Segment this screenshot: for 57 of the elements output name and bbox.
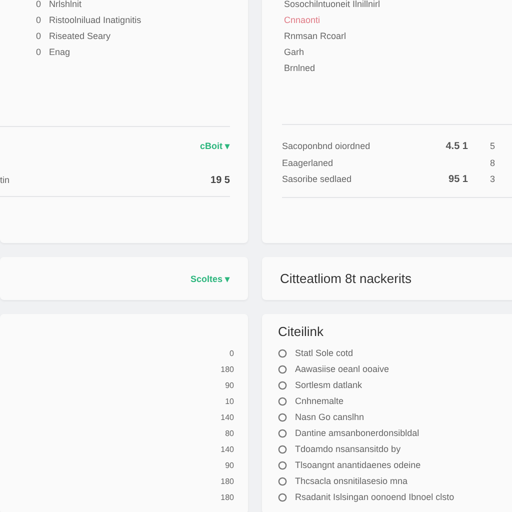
row-value: 95 1	[448, 174, 468, 185]
value-text: 180	[220, 476, 234, 488]
circle-icon	[278, 380, 287, 390]
value-text: 0	[230, 348, 234, 360]
dropdown-link[interactable]: Scoltes ▾	[190, 274, 230, 284]
row-label: Sacoponbnd oiordned	[282, 141, 372, 152]
list-item: Rsadanit Islsingan oonoend Ibnoel clsto	[295, 492, 454, 502]
circle-icon	[278, 396, 287, 406]
list-item: Rnmsan Rcoarl	[284, 31, 346, 41]
value-text: 10	[225, 396, 234, 408]
row-label: Sasoribe sedlaed	[282, 174, 353, 185]
list-item: Nrlshlnit	[49, 0, 82, 9]
list-marker: 0	[36, 0, 42, 9]
list-marker: 0	[36, 15, 42, 25]
list-item: Cnhnemalte	[295, 396, 344, 406]
list-item: Garh	[284, 47, 304, 57]
row-label: tin	[0, 175, 10, 186]
circle-icon	[278, 492, 287, 502]
panel-title: Citeilink	[278, 324, 325, 339]
circle-icon	[278, 428, 287, 438]
row-value: 19 5	[210, 175, 230, 186]
value-text: 140	[220, 444, 234, 456]
value-text: 180	[220, 492, 234, 504]
list-item: Cnnaonti	[284, 15, 320, 25]
list-item: Riseated Seary	[49, 31, 111, 41]
list-item: Ristoolniluad Inatignitis	[49, 15, 142, 25]
circle-icon	[278, 444, 287, 454]
row-extra: 8	[489, 158, 496, 168]
list-marker: 0	[36, 31, 42, 41]
list-marker: 0	[36, 47, 42, 57]
circle-icon	[278, 364, 287, 374]
dropdown-link[interactable]: cBoit ▾	[200, 141, 230, 151]
circle-icon	[278, 460, 287, 470]
value-text: 180	[220, 364, 234, 376]
row-label: Eaagerlaned	[282, 158, 334, 168]
list-item: Dantine amsanbonerdonsibldal	[295, 428, 420, 438]
list-item: Nasn Go canslhn	[295, 412, 364, 422]
list-item: Enag	[49, 47, 70, 57]
list-item: Brnlned	[284, 63, 316, 73]
list-item: Thcsacla onsnitilasesio mna	[295, 476, 408, 486]
row-value: 4.5 1	[444, 141, 468, 152]
list-item: Tlsoangnt anantidaenes odeine	[295, 460, 421, 470]
list-item: Statl Sole cotd	[295, 348, 354, 358]
row-extra: 3	[489, 174, 496, 185]
value-text: 140	[220, 412, 234, 424]
list-item: Sortlesm datlank	[295, 380, 362, 390]
section-title: Citteatliom 8t nackerits	[280, 271, 412, 286]
circle-icon	[278, 348, 287, 358]
circle-icon	[278, 412, 287, 422]
list-item: Sosochilntuoneit Ilnillnirl	[284, 0, 380, 9]
list-item: Aawasiise oeanl ooaive	[295, 364, 390, 374]
value-text: 80	[225, 428, 234, 440]
value-text: 90	[225, 380, 234, 392]
value-text: 90	[225, 460, 234, 472]
circle-icon	[278, 476, 287, 486]
list-item: Tdoamdo nsansansitdo by	[295, 444, 401, 454]
row-extra: 5	[489, 141, 496, 152]
